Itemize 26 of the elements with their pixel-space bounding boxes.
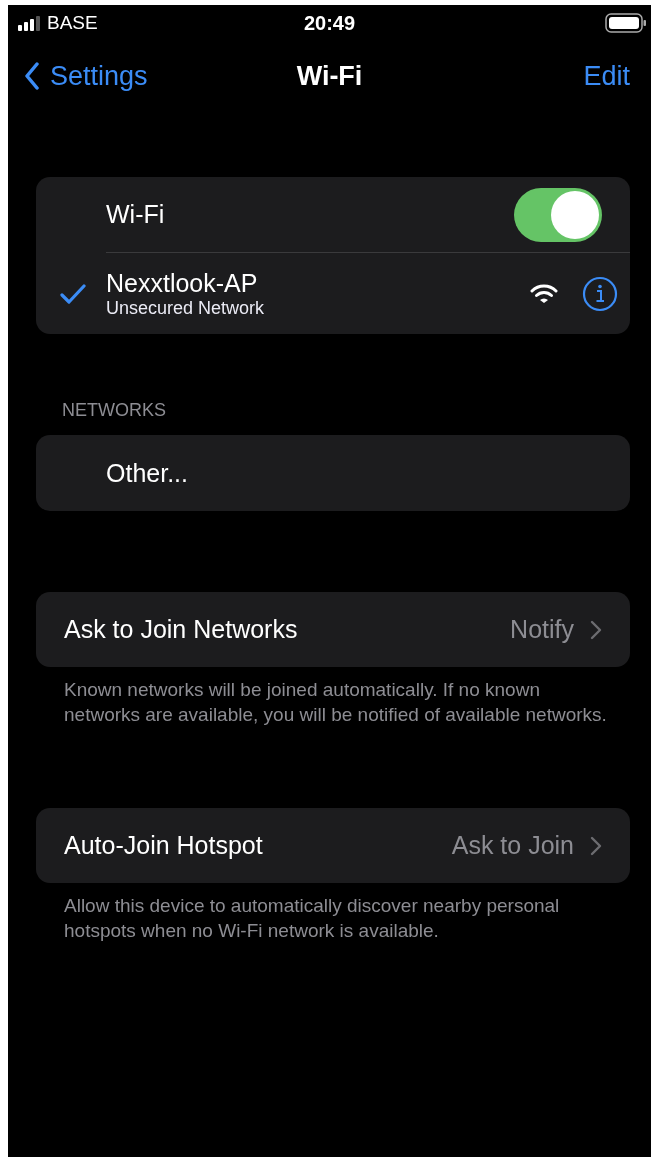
network-status: Unsecured Network [106,298,266,319]
edit-link[interactable]: Edit [583,60,630,92]
carrier-name: BASE [47,12,98,34]
setting-value: Notify [510,615,574,644]
section-header: NETWORKS [62,400,167,421]
battery-icon [605,13,647,33]
footnote: Known networks will be joined automatically. If no known networks are available, you will be notified of available networks. [64,678,608,727]
page-title: Wi-Fi [296,60,363,92]
clock: 20:49 [303,11,356,35]
setting-label: Auto-Join Hotspot [64,831,264,860]
footnote: Allow this device to automatically discover nearby personal hotspots when no Wi-Fi network is available. [64,894,561,943]
info-icon[interactable] [582,275,618,312]
chevron-left-icon [24,62,40,90]
setting-label: Ask to Join Networks [64,615,299,644]
setting-value: Ask to Join [451,831,574,860]
row-label: Wi-Fi [106,200,165,229]
signal-icon [18,15,42,31]
network-name: Nexxtlook-AP [106,268,259,298]
chevron-right-icon [590,619,602,640]
other-network-item[interactable]: Other... [106,458,188,488]
chevron-right-icon [590,835,602,856]
setting-row[interactable]: Ask to Join Networks Notify [36,592,630,667]
wifi-toggle[interactable] [514,187,602,242]
wifi-signal-icon [530,283,558,304]
back-link[interactable]: Settings [24,60,148,92]
setting-row[interactable]: Auto-Join Hotspot Ask to Join [36,808,630,883]
